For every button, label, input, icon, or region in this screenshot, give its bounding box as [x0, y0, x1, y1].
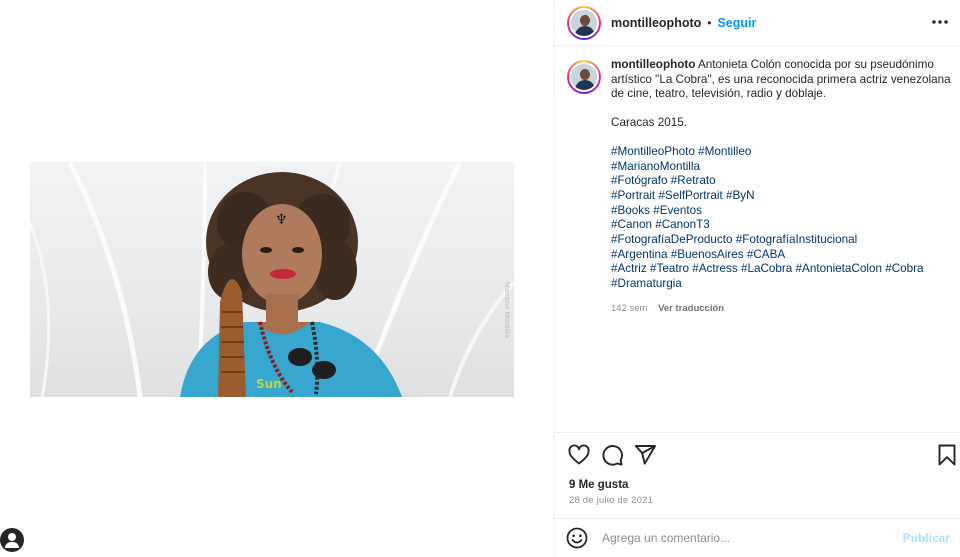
- follow-button[interactable]: Seguir: [717, 16, 756, 30]
- hashtag-link[interactable]: #SelfPortrait: [658, 189, 722, 202]
- hashtag-link[interactable]: #MarianoMontilla: [611, 160, 700, 173]
- author-avatar[interactable]: [567, 5, 601, 40]
- hashtag-line: #Books #Eventos: [611, 204, 952, 219]
- media-pane: ♆ Sun Mariano Montilla: [0, 0, 554, 557]
- hashtag-link[interactable]: #FotografíaInstitucional: [736, 233, 858, 246]
- hashtag-link[interactable]: #Fotógrafo: [611, 174, 668, 187]
- emoji-icon[interactable]: [565, 526, 589, 550]
- caption-meta: 142 sem Ver traducción: [611, 302, 952, 317]
- heart-icon[interactable]: [567, 443, 591, 467]
- hashtag-link[interactable]: #CABA: [747, 248, 785, 261]
- portrait-image: ♆ Sun: [30, 162, 514, 397]
- action-bar: [555, 432, 960, 476]
- hashtag-line: #Dramaturgia: [611, 277, 952, 292]
- hashtag-link[interactable]: #BuenosAires: [671, 248, 744, 261]
- comment-input[interactable]: [602, 531, 892, 545]
- caption-username[interactable]: montilleophoto: [611, 58, 695, 71]
- post-side-panel: montilleophoto • Seguir montilleophoto A…: [554, 0, 960, 557]
- hashtag-link[interactable]: #FotografíaDeProducto: [611, 233, 733, 246]
- translate-link[interactable]: Ver traducción: [658, 303, 724, 314]
- separator-dot: •: [707, 15, 712, 30]
- avatar-image: [569, 7, 599, 38]
- comment-bar: Publicar: [555, 518, 960, 557]
- hashtag-link[interactable]: #LaCobra: [741, 262, 792, 275]
- hashtag-line: #MontilleoPhoto #Montilleo: [611, 145, 952, 160]
- hashtag-link[interactable]: #ByN: [726, 189, 755, 202]
- hashtag-line: #MarianoMontilla: [611, 160, 952, 175]
- publish-button[interactable]: Publicar: [903, 531, 950, 545]
- svg-text:♆: ♆: [275, 212, 288, 228]
- hashtag-link[interactable]: #Teatro: [650, 262, 689, 275]
- hashtag-link[interactable]: #Montilleo: [698, 145, 751, 158]
- comment-icon[interactable]: [600, 443, 624, 467]
- hashtag-link[interactable]: #Cobra: [885, 262, 923, 275]
- hashtag-link[interactable]: #Dramaturgia: [611, 277, 682, 290]
- hashtag-link[interactable]: #Actriz: [611, 262, 647, 275]
- hashtag-link[interactable]: #Argentina: [611, 248, 668, 261]
- hashtag-line: #FotografíaDeProducto #FotografíaInstitu…: [611, 233, 952, 248]
- hashtag-link[interactable]: #Canon: [611, 218, 652, 231]
- photo-watermark: Mariano Montilla: [503, 282, 510, 339]
- hashtag-line: #Argentina #BuenosAires #CABA: [611, 248, 952, 263]
- post-age: 142 sem: [611, 302, 648, 314]
- hashtag-line: #Fotógrafo #Retrato: [611, 174, 952, 189]
- hashtag-link[interactable]: #AntonietaColon: [796, 262, 882, 275]
- share-icon[interactable]: [633, 443, 657, 467]
- likes-count[interactable]: 9 Me gusta: [569, 479, 628, 491]
- hashtag-link[interactable]: #MontilleoPhoto: [611, 145, 695, 158]
- hashtag-link[interactable]: #Books: [611, 204, 650, 217]
- post-date[interactable]: 28 de julio de 2021: [569, 495, 653, 506]
- post-caption: montilleophoto Antonieta Colón conocida …: [567, 58, 952, 317]
- hashtag-link[interactable]: #Retrato: [671, 174, 716, 187]
- bookmark-icon[interactable]: [935, 443, 959, 467]
- svg-text:Sun: Sun: [256, 377, 282, 391]
- caption-location: Caracas 2015.: [611, 116, 688, 130]
- post-header: montilleophoto • Seguir: [555, 0, 960, 46]
- hashtag-link[interactable]: #Actress: [692, 262, 737, 275]
- hashtag-line: #Portrait #SelfPortrait #ByN: [611, 189, 952, 204]
- hashtag-link[interactable]: #Eventos: [653, 204, 702, 217]
- caption-body: montilleophoto Antonieta Colón conocida …: [611, 58, 952, 317]
- post-photo[interactable]: ♆ Sun Mariano Montilla: [30, 162, 514, 397]
- hashtag-list: #MontilleoPhoto #Montilleo #MarianoMontil…: [611, 145, 952, 292]
- author-username[interactable]: montilleophoto: [611, 16, 701, 30]
- avatar-image: [569, 62, 599, 92]
- hashtag-line: #Actriz #Teatro #Actress #LaCobra #Anton…: [611, 262, 952, 277]
- hashtag-link[interactable]: #Portrait: [611, 189, 655, 202]
- profile-button-icon[interactable]: [0, 528, 24, 552]
- hashtag-line: #Canon #CanonT3: [611, 218, 952, 233]
- caption-author-avatar[interactable]: [567, 60, 601, 94]
- hashtag-link[interactable]: #CanonT3: [655, 218, 710, 231]
- more-options-icon[interactable]: [930, 12, 950, 32]
